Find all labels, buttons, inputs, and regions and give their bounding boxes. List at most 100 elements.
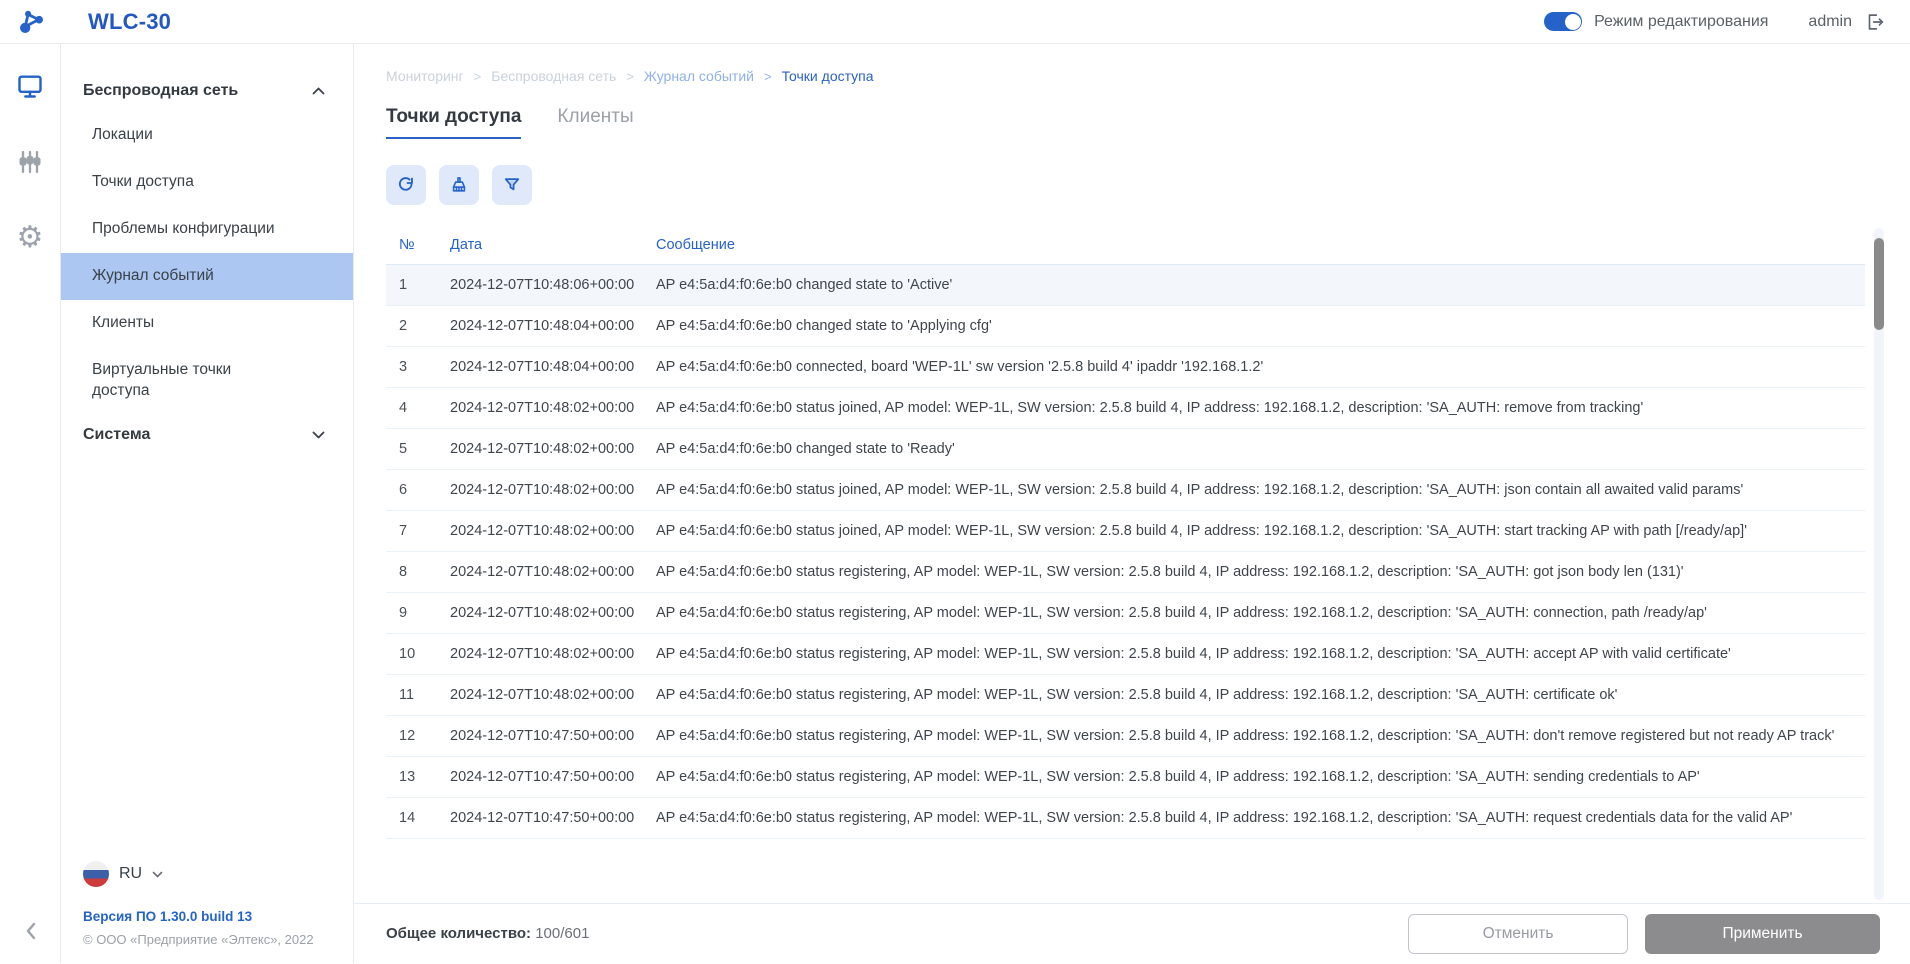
cell-date: 2024-12-07T10:48:02+00:00 xyxy=(450,687,635,703)
cell-num: 13 xyxy=(399,769,416,785)
settings-nav-button[interactable]: ⚙ xyxy=(14,222,46,254)
language-code: RU xyxy=(119,865,143,882)
breadcrumb-item-wireless[interactable]: Беспроводная сеть xyxy=(491,68,616,84)
table-row[interactable]: 11 2024-12-07T10:48:02+00:00 AP e4:5a:d4… xyxy=(386,675,1865,716)
sidebar-item-virtual-aps[interactable]: Виртуальные точки доступа xyxy=(61,347,281,415)
table-row[interactable]: 14 2024-12-07T10:47:50+00:00 AP e4:5a:d4… xyxy=(386,798,1865,839)
cell-date: 2024-12-07T10:48:04+00:00 xyxy=(450,359,635,375)
russian-flag-icon xyxy=(83,861,109,887)
cell-date: 2024-12-07T10:48:02+00:00 xyxy=(450,482,635,498)
cell-message: AP e4:5a:d4:f0:6e:b0 connected, board 'W… xyxy=(656,359,1264,375)
group-label: Беспроводная сеть xyxy=(83,82,239,99)
app-logo[interactable] xyxy=(0,8,61,36)
tab-access-points[interactable]: Точки доступа xyxy=(386,106,522,139)
column-header-num[interactable]: № xyxy=(386,237,450,253)
bottom-bar: Общее количество: 100/601 Отменить Приме… xyxy=(354,903,1910,963)
cell-num: 14 xyxy=(399,810,416,826)
cell-num: 12 xyxy=(399,728,416,744)
apply-button[interactable]: Применить xyxy=(1645,913,1880,954)
topbar-right: Режим редактирования admin xyxy=(1544,11,1886,33)
cancel-button[interactable]: Отменить xyxy=(1408,913,1628,954)
scrollbar-track[interactable] xyxy=(1874,228,1884,900)
sidebar-item-locations[interactable]: Локации xyxy=(61,112,353,159)
cell-date: 2024-12-07T10:48:02+00:00 xyxy=(450,441,635,457)
table-row[interactable]: 2 2024-12-07T10:48:04+00:00 AP e4:5a:d4:… xyxy=(386,306,1865,347)
breadcrumb: Мониторинг > Беспроводная сеть > Журнал … xyxy=(386,68,1910,84)
breadcrumb-item-event-log[interactable]: Журнал событий xyxy=(644,68,754,84)
table-row[interactable]: 12 2024-12-07T10:47:50+00:00 AP e4:5a:d4… xyxy=(386,716,1865,757)
bottom-actions: Отменить Применить xyxy=(1408,913,1880,954)
configuration-nav-button[interactable] xyxy=(14,146,46,178)
language-selector[interactable]: RU xyxy=(83,861,314,887)
chevron-left-icon xyxy=(25,921,37,941)
tab-clients[interactable]: Клиенты xyxy=(557,106,633,139)
chevron-down-icon xyxy=(312,431,325,439)
group-label: Система xyxy=(83,426,151,444)
cell-message: AP e4:5a:d4:f0:6e:b0 status registering,… xyxy=(656,728,1835,744)
scrollbar-thumb[interactable] xyxy=(1874,238,1884,330)
cell-message: AP e4:5a:d4:f0:6e:b0 status joined, AP m… xyxy=(656,523,1747,539)
breadcrumb-item-monitoring[interactable]: Мониторинг xyxy=(386,68,464,84)
filter-button[interactable] xyxy=(492,165,532,205)
sidebar-item-config-problems[interactable]: Проблемы конфигурации xyxy=(61,206,353,253)
toggle-knob xyxy=(1564,13,1581,30)
firmware-version-link[interactable]: Версия ПО 1.30.0 build 13 xyxy=(83,909,314,924)
sidebar-item-access-points[interactable]: Точки доступа xyxy=(61,159,353,206)
sidebar-footer: RU Версия ПО 1.30.0 build 13 © ООО «Пред… xyxy=(83,861,314,947)
sidebar-group-wireless[interactable]: Беспроводная сеть xyxy=(61,70,353,112)
cell-message: AP e4:5a:d4:f0:6e:b0 status registering,… xyxy=(656,810,1793,826)
cell-message: AP e4:5a:d4:f0:6e:b0 status registering,… xyxy=(656,687,1618,703)
breadcrumb-separator: > xyxy=(763,68,772,84)
breadcrumb-item-access-points: Точки доступа xyxy=(781,68,874,84)
table-row[interactable]: 1 2024-12-07T10:48:06+00:00 AP e4:5a:d4:… xyxy=(386,265,1865,306)
edit-mode-label: Режим редактирования xyxy=(1594,12,1769,30)
table-row[interactable]: 10 2024-12-07T10:48:02+00:00 AP e4:5a:d4… xyxy=(386,634,1865,675)
icon-rail: ⚙ xyxy=(0,44,61,963)
edit-mode-toggle[interactable] xyxy=(1544,12,1583,31)
clear-button[interactable] xyxy=(439,165,479,205)
refresh-icon xyxy=(396,175,416,195)
event-log-table: № Дата Сообщение 1 2024-12-07T10:48:06+0… xyxy=(386,225,1865,839)
sidebar-item-event-log[interactable]: Журнал событий xyxy=(61,252,353,300)
table-header: № Дата Сообщение xyxy=(386,225,1865,265)
cell-date: 2024-12-07T10:48:06+00:00 xyxy=(450,277,635,293)
cell-date: 2024-12-07T10:48:02+00:00 xyxy=(450,605,635,621)
refresh-button[interactable] xyxy=(386,165,426,205)
cell-date: 2024-12-07T10:47:50+00:00 xyxy=(450,810,635,826)
chevron-up-icon xyxy=(312,87,325,95)
table-row[interactable]: 8 2024-12-07T10:48:02+00:00 AP e4:5a:d4:… xyxy=(386,552,1865,593)
table-row[interactable]: 13 2024-12-07T10:47:50+00:00 AP e4:5a:d4… xyxy=(386,757,1865,798)
main-content: Мониторинг > Беспроводная сеть > Журнал … xyxy=(354,44,1910,963)
cell-message: AP e4:5a:d4:f0:6e:b0 status joined, AP m… xyxy=(656,400,1644,416)
table-row[interactable]: 9 2024-12-07T10:48:02+00:00 AP e4:5a:d4:… xyxy=(386,593,1865,634)
cell-date: 2024-12-07T10:48:02+00:00 xyxy=(450,564,635,580)
cell-num: 1 xyxy=(399,277,408,293)
table-row[interactable]: 7 2024-12-07T10:48:02+00:00 AP e4:5a:d4:… xyxy=(386,511,1865,552)
sidebar-item-clients[interactable]: Клиенты xyxy=(61,300,353,347)
cell-message: AP e4:5a:d4:f0:6e:b0 status registering,… xyxy=(656,564,1684,580)
cell-date: 2024-12-07T10:47:50+00:00 xyxy=(450,728,635,744)
sidebar-group-system[interactable]: Система xyxy=(61,414,353,456)
sidebar-collapse-button[interactable] xyxy=(0,921,61,941)
broom-icon xyxy=(449,175,469,195)
column-header-date[interactable]: Дата xyxy=(450,237,656,253)
username: admin xyxy=(1808,12,1852,30)
brand: WLC-30 xyxy=(0,8,171,36)
monitoring-nav-button[interactable] xyxy=(14,70,46,102)
table-row[interactable]: 5 2024-12-07T10:48:02+00:00 AP e4:5a:d4:… xyxy=(386,429,1865,470)
logout-icon[interactable] xyxy=(1864,11,1886,33)
table-row[interactable]: 4 2024-12-07T10:48:02+00:00 AP e4:5a:d4:… xyxy=(386,388,1865,429)
table-row[interactable]: 6 2024-12-07T10:48:02+00:00 AP e4:5a:d4:… xyxy=(386,470,1865,511)
cell-num: 9 xyxy=(399,605,408,621)
table-row[interactable]: 3 2024-12-07T10:48:04+00:00 AP e4:5a:d4:… xyxy=(386,347,1865,388)
table-body: 1 2024-12-07T10:48:06+00:00 AP e4:5a:d4:… xyxy=(386,265,1865,839)
chevron-down-icon xyxy=(152,871,163,878)
sliders-icon xyxy=(16,148,44,176)
cell-date: 2024-12-07T10:47:50+00:00 xyxy=(450,769,635,785)
cell-num: 2 xyxy=(399,318,408,334)
column-header-message[interactable]: Сообщение xyxy=(656,237,1865,253)
cell-message: AP e4:5a:d4:f0:6e:b0 changed state to 'A… xyxy=(656,277,953,293)
cell-message: AP e4:5a:d4:f0:6e:b0 status registering,… xyxy=(656,646,1731,662)
toolbar xyxy=(386,165,1910,205)
app-title: WLC-30 xyxy=(88,8,172,34)
